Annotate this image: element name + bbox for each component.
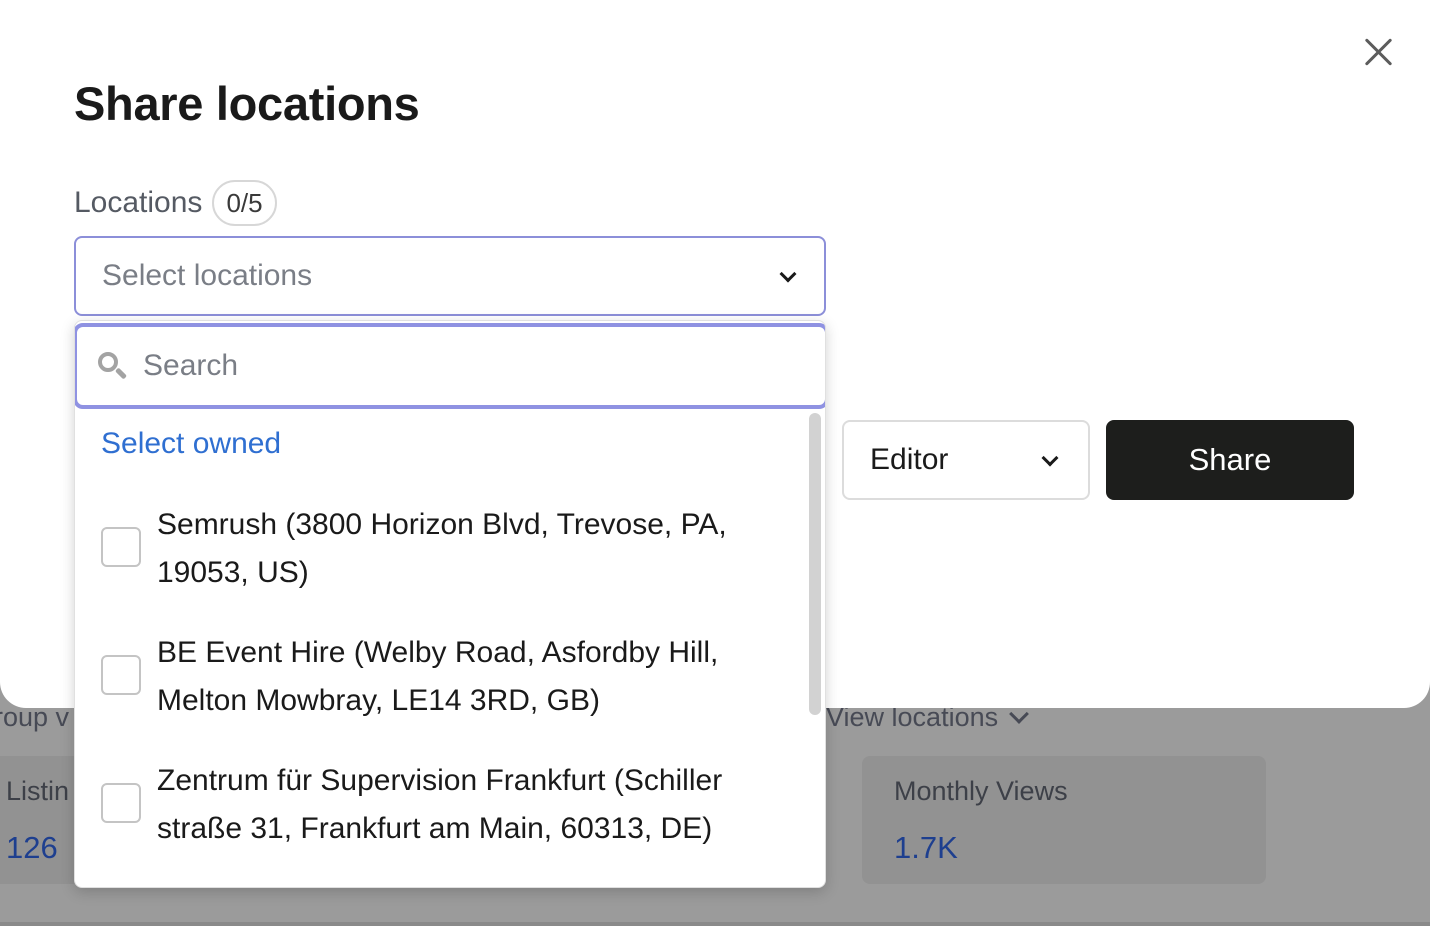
- role-select[interactable]: Editor: [842, 420, 1090, 500]
- locations-select[interactable]: Select locations: [74, 236, 826, 316]
- role-select-value: Editor: [870, 443, 949, 476]
- page-bottom-edge: [0, 922, 1430, 926]
- listings-card-label: Listin: [6, 776, 70, 806]
- location-option[interactable]: BE Event Hire (Welby Road, Asfordby Hill…: [101, 629, 801, 725]
- monthly-views-label: Monthly Views: [894, 776, 1068, 806]
- location-option-label: Semrush (3800 Horizon Blvd, Trevose, PA,…: [157, 508, 727, 589]
- location-option[interactable]: Semrush (3800 Horizon Blvd, Trevose, PA,…: [101, 501, 801, 597]
- chevron-down-icon: [779, 265, 797, 283]
- modal-title: Share locations: [74, 77, 420, 130]
- location-checkbox[interactable]: [101, 655, 141, 695]
- chevron-down-icon: [1041, 449, 1059, 467]
- dropdown-scrollbar[interactable]: [809, 413, 821, 715]
- monthly-views-card: Monthly Views 1.7K: [862, 756, 1266, 884]
- search-field[interactable]: [75, 323, 825, 409]
- search-input[interactable]: [143, 349, 763, 383]
- close-icon[interactable]: [1358, 32, 1398, 72]
- location-option[interactable]: Zentrum für Supervision Frankfurt (Schil…: [101, 757, 801, 853]
- listings-card-value: 126: [6, 830, 58, 865]
- select-owned-link[interactable]: Select owned: [101, 427, 281, 461]
- location-checkbox[interactable]: [101, 783, 141, 823]
- location-checkbox[interactable]: [101, 527, 141, 567]
- locations-label: Locations: [74, 186, 203, 219]
- location-option-label: BE Event Hire (Welby Road, Asfordby Hill…: [157, 636, 719, 717]
- locations-select-placeholder: Select locations: [102, 259, 313, 292]
- locations-dropdown: Select owned Semrush (3800 Horizon Blvd,…: [74, 320, 826, 888]
- monthly-views-value: 1.7K: [894, 830, 958, 865]
- locations-count-badge: 0/5: [212, 180, 277, 226]
- locations-label-row: Locations 0/5: [74, 180, 277, 226]
- search-icon: [95, 349, 129, 383]
- share-button[interactable]: Share: [1106, 420, 1354, 500]
- location-option-label: Zentrum für Supervision Frankfurt (Schil…: [157, 764, 723, 845]
